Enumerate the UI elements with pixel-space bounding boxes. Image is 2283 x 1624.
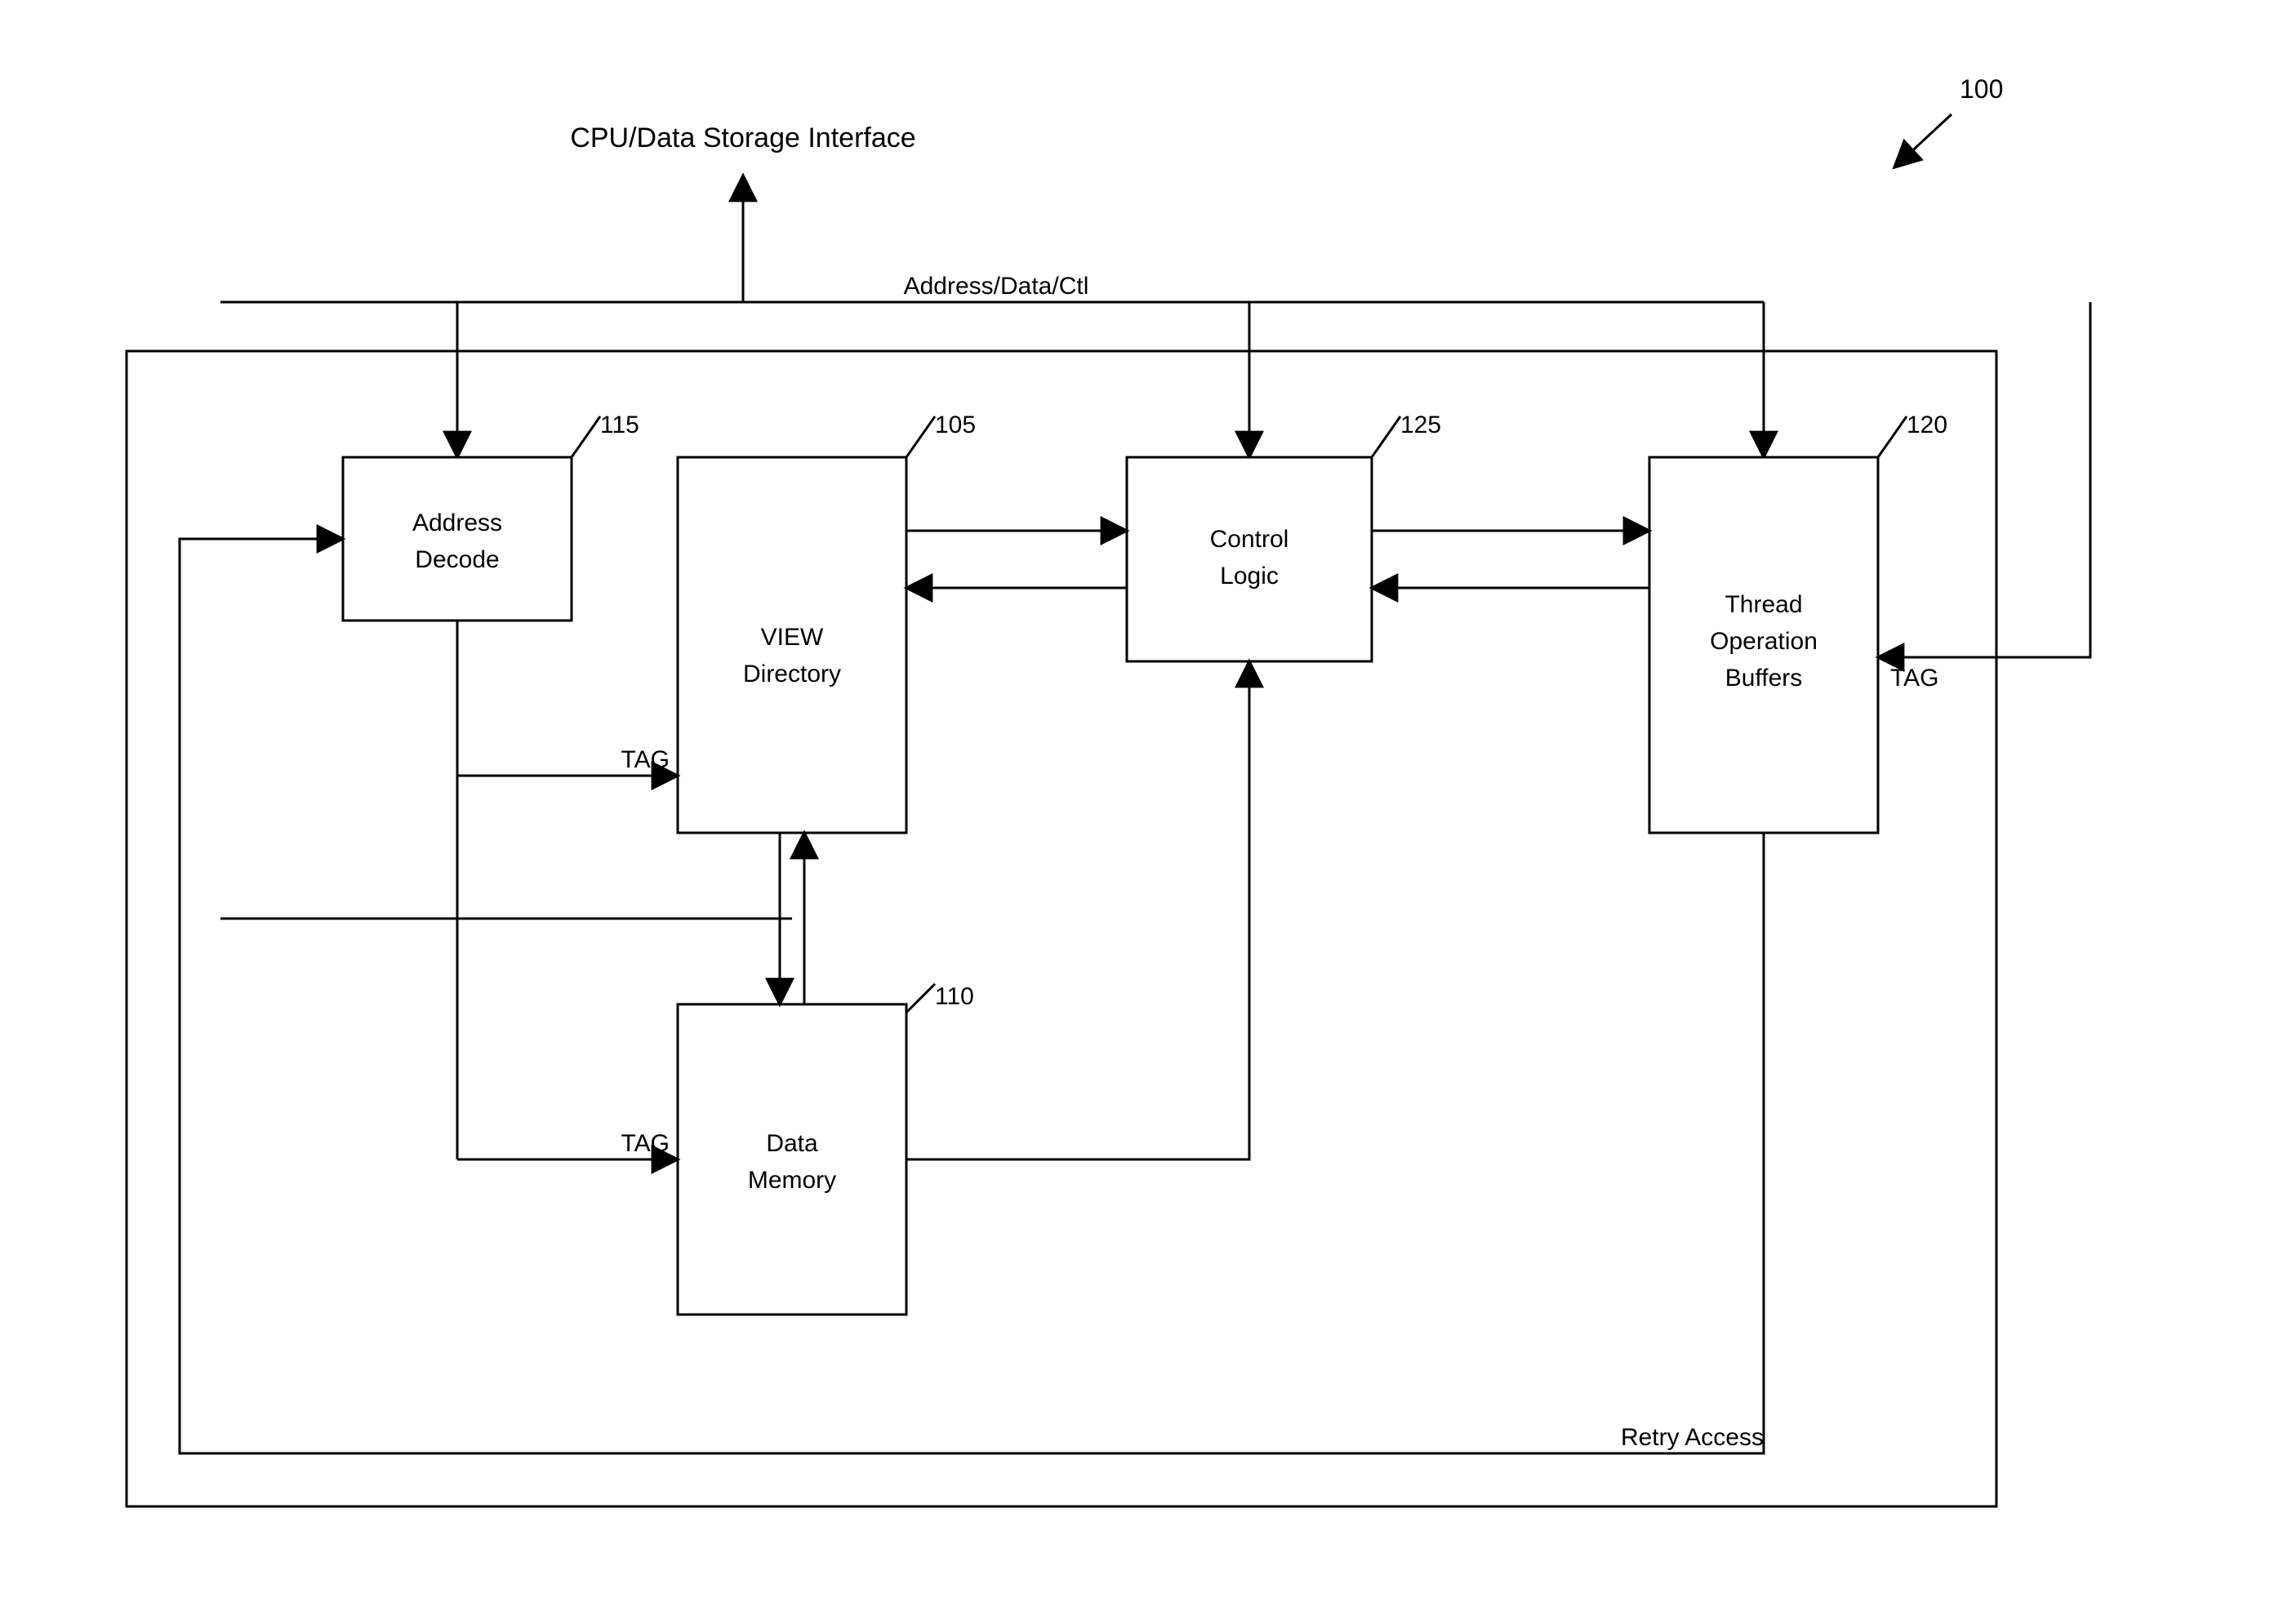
tag-thread-buf-label: TAG	[1890, 665, 1938, 692]
data-memory-line1: Data	[766, 1130, 818, 1157]
address-decode-line1: Address	[412, 509, 502, 536]
control-logic-line2: Logic	[1220, 563, 1279, 590]
ref-overall: 100	[1960, 74, 2003, 104]
address-decode-ref: 115	[600, 412, 639, 438]
datamem-to-ctl	[906, 661, 1249, 1159]
tag-data-mem-label: TAG	[621, 1130, 670, 1157]
bus-label: Address/Data/Ctl	[904, 273, 1089, 300]
view-directory-line2: Directory	[743, 661, 841, 687]
thread-buffers-line1: Thread	[1724, 591, 1802, 618]
control-logic-ref: 125	[1400, 412, 1441, 438]
block-control-logic: Control Logic 125	[1127, 412, 1441, 661]
diagram-canvas: CPU/Data Storage Interface Address/Data/…	[0, 0, 2283, 1624]
address-decode-line2: Decode	[415, 546, 499, 573]
data-memory-ref-leader	[906, 984, 935, 1012]
view-directory-ref-leader	[906, 416, 935, 457]
thread-buffers-ref: 120	[1907, 412, 1947, 438]
tag-view-dir-label: TAG	[621, 746, 670, 773]
control-logic-ref-leader	[1372, 416, 1400, 457]
retry-access-label: Retry Access	[1621, 1424, 1764, 1451]
block-thread-buffers: Thread Operation Buffers 120	[1649, 412, 1947, 833]
thread-buffers-line3: Buffers	[1725, 665, 1803, 692]
title-label: CPU/Data Storage Interface	[570, 122, 915, 154]
data-memory-line2: Memory	[748, 1167, 836, 1194]
tag-to-thread-buf	[1878, 302, 2090, 657]
control-logic-line1: Control	[1210, 526, 1289, 553]
view-directory-ref: 105	[935, 412, 976, 438]
view-directory-line1: VIEW	[761, 624, 824, 651]
data-memory-ref: 110	[935, 983, 974, 1010]
address-decode-ref-leader	[572, 416, 600, 457]
thread-buffers-line2: Operation	[1710, 628, 1818, 655]
ref-overall-leader	[1894, 114, 1951, 167]
thread-buffers-ref-leader	[1878, 416, 1907, 457]
block-data-memory: Data Memory 110	[678, 983, 974, 1315]
block-view-directory: VIEW Directory 105	[678, 412, 976, 833]
block-address-decode: Address Decode 115	[343, 412, 639, 621]
